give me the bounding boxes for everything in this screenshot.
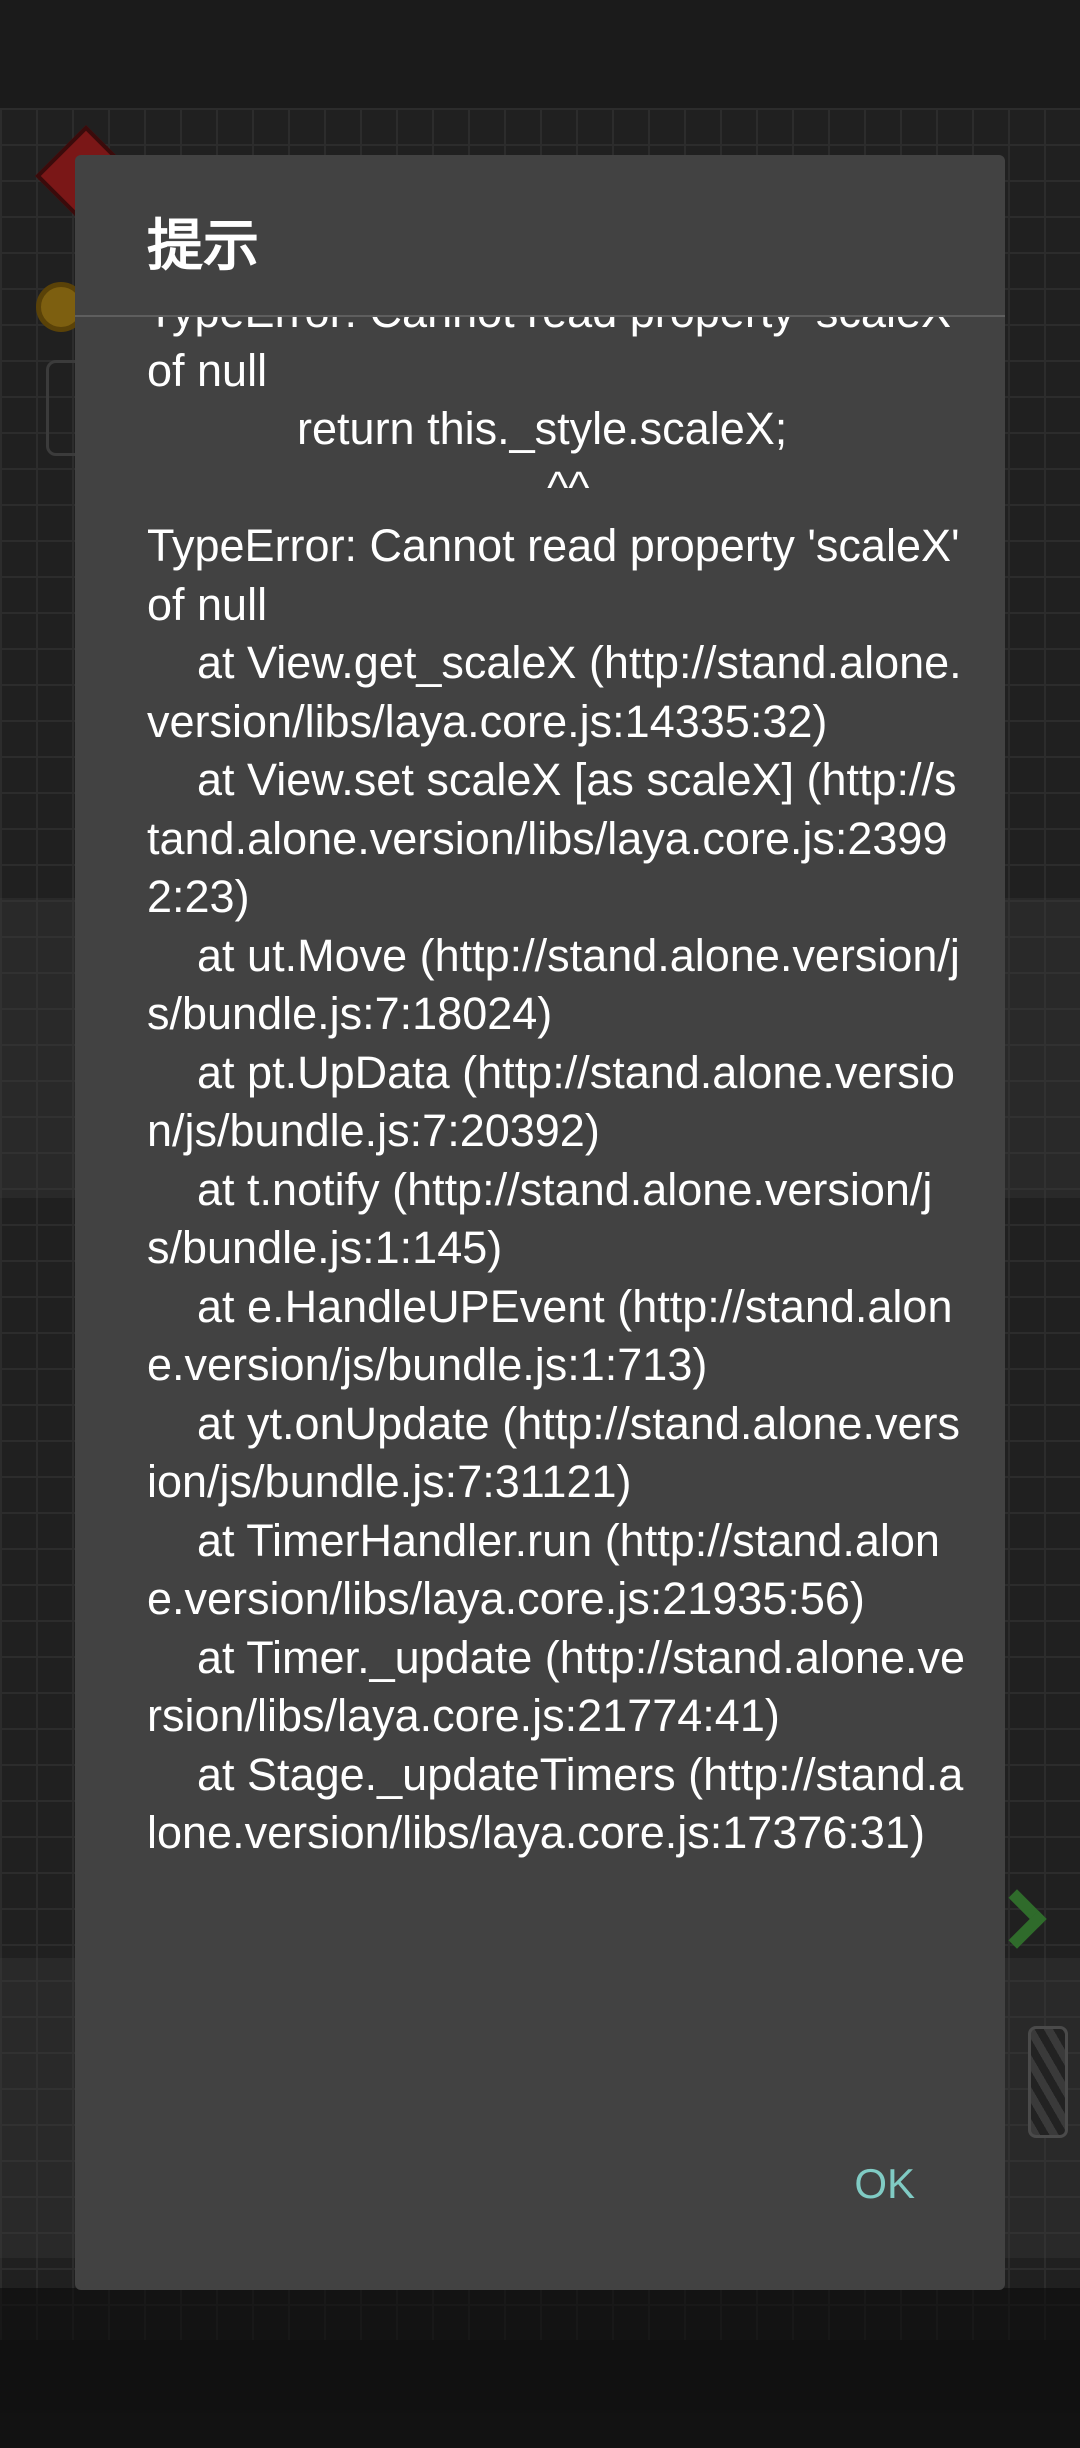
ok-button[interactable]: OK xyxy=(854,2163,915,2205)
error-dialog: 提示 TypeError: Cannot read property 'scal… xyxy=(75,155,1005,2290)
status-bar xyxy=(0,0,1080,108)
error-message: TypeError: Cannot read property 'scaleX'… xyxy=(147,317,966,1858)
message-scroll-area[interactable]: TypeError: Cannot read property 'scaleX'… xyxy=(75,317,1005,2120)
game-panel xyxy=(0,2288,1080,2448)
striped-panel xyxy=(1028,2026,1068,2138)
dialog-title: 提示 xyxy=(147,214,259,279)
